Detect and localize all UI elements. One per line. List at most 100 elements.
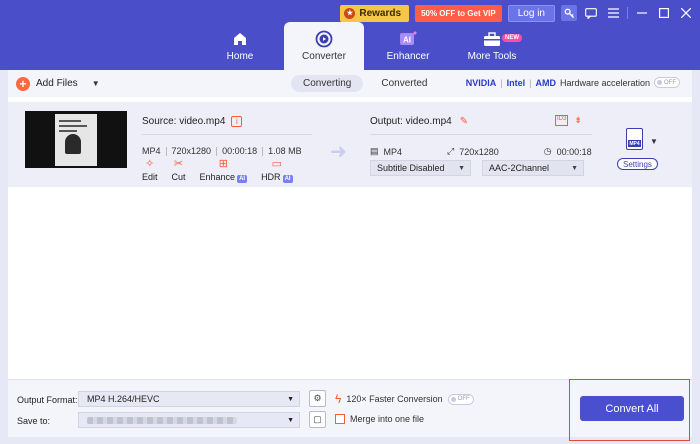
thumbnail-frame xyxy=(55,114,97,166)
app-header: ★ Rewards 50% OFF to Get VIP Log in Home… xyxy=(0,0,700,70)
output-format-label: Output Format: xyxy=(17,395,78,405)
toolbox-icon xyxy=(483,30,501,48)
divider xyxy=(627,7,628,19)
enhance-button[interactable]: ⊞ Enhance AI xyxy=(199,158,248,183)
add-files-label: Add Files xyxy=(36,78,78,89)
hdr-icon: ▭ xyxy=(271,158,283,170)
tab-enhancer[interactable]: AI Enhancer xyxy=(368,22,448,70)
source-resolution: 720x1280 xyxy=(171,146,212,156)
key-icon[interactable] xyxy=(561,5,577,21)
close-icon[interactable] xyxy=(678,5,694,21)
output-info: Output: video.mp4 ✎ xyxy=(370,116,468,127)
tab-converter[interactable]: Converter xyxy=(284,22,364,70)
edit-label: Edit xyxy=(142,172,158,182)
tab-converter-label: Converter xyxy=(302,51,346,62)
settings-button[interactable]: Settings xyxy=(617,158,658,170)
source-format: MP4 xyxy=(142,146,161,156)
video-thumbnail[interactable] xyxy=(25,111,127,168)
id3-icon[interactable]: ID3 xyxy=(555,115,569,126)
file-format-icon: MP4 xyxy=(626,128,643,150)
divider xyxy=(262,146,264,156)
subtitle-value: Subtitle Disabled xyxy=(377,163,445,173)
source-filename: Source: video.mp4 xyxy=(142,116,226,127)
tab-home[interactable]: Home xyxy=(200,22,280,70)
ai-badge: AI xyxy=(237,175,248,183)
film-icon: ▤ xyxy=(370,146,379,156)
compress-icon[interactable]: ⇟ xyxy=(574,115,582,126)
audio-dropdown[interactable]: AAC-2Channel ▼ xyxy=(482,160,584,176)
output-format-value: MP4 H.264/HEVC xyxy=(87,394,160,404)
menu-icon[interactable] xyxy=(605,5,621,21)
faster-conversion-label: 120× Faster Conversion xyxy=(346,394,443,404)
info-icon[interactable]: i xyxy=(231,116,243,127)
chevron-down-icon: ▼ xyxy=(458,164,465,172)
enhance-label: Enhance AI xyxy=(199,172,248,183)
main-tabs: Home Converter AI Enhancer NEW More Tool… xyxy=(200,22,536,70)
output-filename: Output: video.mp4 xyxy=(370,116,452,127)
ai-enhancer-icon: AI xyxy=(399,30,417,48)
tab-more-tools[interactable]: NEW More Tools xyxy=(452,22,532,70)
new-badge: NEW xyxy=(502,34,522,42)
faster-conversion-toggle[interactable]: OFF xyxy=(447,393,474,405)
chevron-down-icon: ▼ xyxy=(287,395,294,403)
resize-icon: ⤢ xyxy=(447,146,455,156)
chevron-down-icon[interactable]: ▼ xyxy=(650,137,658,146)
magic-wand-icon: ✧ xyxy=(145,158,155,170)
converter-toolbar: + Add Files ▼ Converting Converted NVIDI… xyxy=(8,70,692,97)
minimize-icon[interactable] xyxy=(634,5,650,21)
divider xyxy=(370,134,592,135)
enhance-icon: ⊞ xyxy=(218,158,228,170)
intel-label: Intel xyxy=(506,77,526,88)
cut-button[interactable]: ✂ Cut xyxy=(172,158,186,182)
merge-option: Merge into one file xyxy=(335,414,424,424)
save-path-select[interactable]: ▼ xyxy=(78,412,300,428)
hardware-acceleration-label: Hardware acceleration xyxy=(559,77,650,88)
subtitle-dropdown[interactable]: Subtitle Disabled ▼ xyxy=(370,160,471,176)
output-format: MP4 xyxy=(383,146,403,157)
pencil-icon[interactable]: ✎ xyxy=(460,116,468,127)
hardware-acceleration: NVIDIA | Intel | AMD Hardware accelerati… xyxy=(466,77,680,88)
faster-conversion: ϟ 120× Faster Conversion OFF xyxy=(335,392,474,406)
format-settings-button[interactable]: ⚙ xyxy=(309,390,326,407)
add-files-button[interactable]: + Add Files ▼ xyxy=(16,76,100,91)
maximize-icon[interactable] xyxy=(656,5,672,21)
hdr-label: HDR AI xyxy=(261,172,293,183)
edit-button[interactable]: ✧ Edit xyxy=(142,158,158,182)
plus-icon: + xyxy=(16,76,30,91)
home-icon xyxy=(231,30,249,48)
rewards-button[interactable]: ★ Rewards xyxy=(340,4,410,22)
output-format-select[interactable]: MP4 H.264/HEVC ▼ xyxy=(78,391,300,407)
coin-icon: ★ xyxy=(344,7,356,19)
divider: | xyxy=(500,77,503,88)
save-to-label: Save to: xyxy=(17,416,51,426)
output-format-button[interactable]: MP4 xyxy=(622,128,650,154)
thumbnail-text-line xyxy=(59,125,87,127)
divider xyxy=(165,146,167,156)
hdr-button[interactable]: ▭ HDR AI xyxy=(261,158,293,183)
tab-converting[interactable]: Converting xyxy=(291,75,364,92)
source-size: 1.08 MB xyxy=(268,146,302,156)
save-path-value xyxy=(87,416,237,424)
source-info: Source: video.mp4 i xyxy=(142,116,243,127)
tab-enhancer-label: Enhancer xyxy=(386,51,430,62)
vip-offer-button[interactable]: 50% OFF to Get VIP xyxy=(415,4,502,22)
tab-converted[interactable]: Converted xyxy=(369,75,439,92)
rewards-label: Rewards xyxy=(359,7,402,19)
convert-all-button[interactable]: Convert All xyxy=(580,396,684,421)
merge-checkbox[interactable] xyxy=(335,414,345,424)
folder-button[interactable]: ▢ xyxy=(309,411,326,428)
format-badge: MP4 xyxy=(628,140,641,147)
divider xyxy=(216,146,218,156)
ai-badge: AI xyxy=(282,175,293,183)
hardware-acceleration-toggle[interactable]: OFF xyxy=(654,77,680,88)
merge-label: Merge into one file xyxy=(350,414,425,424)
feedback-icon[interactable] xyxy=(583,5,599,21)
amd-label: AMD xyxy=(535,77,556,88)
login-button[interactable]: Log in xyxy=(507,4,555,22)
thumbnail-figure xyxy=(65,134,81,154)
chevron-down-icon[interactable]: ▼ xyxy=(92,79,100,88)
audio-value: AAC-2Channel xyxy=(489,163,550,173)
chevron-down-icon: ▼ xyxy=(287,416,294,424)
source-meta: MP4 720x1280 00:00:18 1.08 MB xyxy=(142,146,302,156)
divider xyxy=(142,134,312,135)
